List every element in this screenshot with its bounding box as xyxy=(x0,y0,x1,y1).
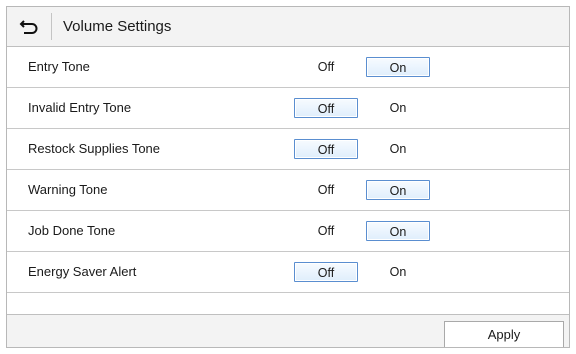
setting-label: Job Done Tone xyxy=(28,223,116,238)
page-title: Volume Settings xyxy=(63,18,172,35)
on-option[interactable]: On xyxy=(366,262,430,282)
setting-row-warning-tone: Warning Tone Off On xyxy=(7,170,569,211)
setting-label: Entry Tone xyxy=(28,59,90,74)
setting-row-entry-tone: Entry Tone Off On xyxy=(7,47,569,88)
back-arrow-icon xyxy=(19,19,38,34)
off-option[interactable]: Off xyxy=(294,262,358,282)
on-option[interactable]: On xyxy=(366,98,430,118)
off-option[interactable]: Off xyxy=(294,98,358,118)
title-bar: Volume Settings xyxy=(7,7,569,47)
setting-row-restock-supplies-tone: Restock Supplies Tone Off On xyxy=(7,129,569,170)
footer-bar: Apply xyxy=(7,314,569,347)
on-option[interactable]: On xyxy=(366,57,430,77)
setting-row-energy-saver-alert: Energy Saver Alert Off On xyxy=(7,252,569,293)
setting-row-invalid-entry-tone: Invalid Entry Tone Off On xyxy=(7,88,569,129)
off-option[interactable]: Off xyxy=(294,57,358,77)
on-option[interactable]: On xyxy=(366,180,430,200)
setting-label: Energy Saver Alert xyxy=(28,264,137,279)
back-button[interactable] xyxy=(7,7,51,46)
off-option[interactable]: Off xyxy=(294,139,358,159)
on-option[interactable]: On xyxy=(366,221,430,241)
off-option[interactable]: Off xyxy=(294,221,358,241)
setting-label: Restock Supplies Tone xyxy=(28,141,161,156)
volume-settings-screen: Volume Settings Entry Tone Off On Invali… xyxy=(6,6,570,348)
on-option[interactable]: On xyxy=(366,139,430,159)
apply-button[interactable]: Apply xyxy=(444,321,564,347)
setting-row-job-done-tone: Job Done Tone Off On xyxy=(7,211,569,252)
setting-label: Warning Tone xyxy=(28,182,108,197)
title-divider xyxy=(51,13,52,40)
setting-label: Invalid Entry Tone xyxy=(28,100,132,115)
off-option[interactable]: Off xyxy=(294,180,358,200)
settings-list: Entry Tone Off On Invalid Entry Tone Off… xyxy=(7,47,569,293)
